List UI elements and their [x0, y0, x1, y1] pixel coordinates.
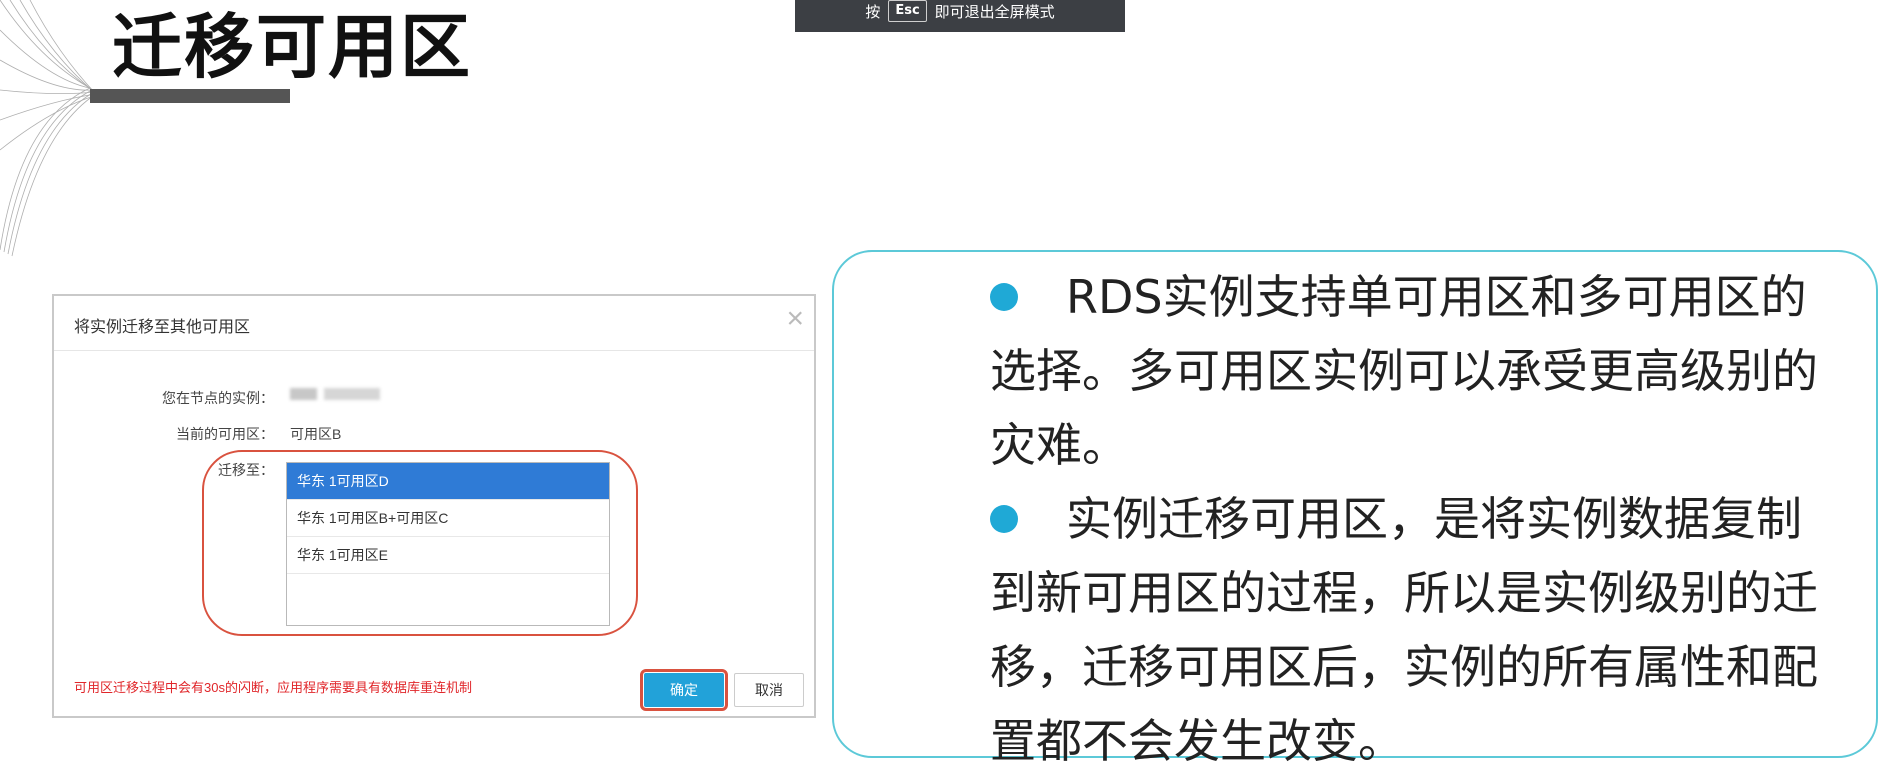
dialog-title: 将实例迁移至其他可用区 — [74, 319, 251, 336]
title-underline-bar — [90, 89, 290, 103]
current-zone-value: 可用区B — [290, 426, 342, 442]
migrate-zone-dialog: 将实例迁移至其他可用区 × 您在节点的实例： 当前的可用区： 可用区B 迁移至：… — [52, 294, 816, 718]
zone-option[interactable]: 华东 1可用区E — [287, 537, 609, 574]
zone-select-list[interactable]: 华东 1可用区D 华东 1可用区B+可用区C 华东 1可用区E — [286, 462, 610, 626]
current-zone-label: 当前的可用区： — [176, 426, 274, 442]
node-instance-label: 您在节点的实例： — [162, 390, 274, 406]
bullet-text: 实例迁移可用区，是将实例数据复制到新可用区的过程，所以是实例级别的迁移，迁移可用… — [990, 492, 1818, 768]
bullet-item: 实例迁移可用区，是将实例数据复制到新可用区的过程，所以是实例级别的迁移，迁移可用… — [990, 482, 1830, 778]
migrate-to-label: 迁移至： — [218, 462, 274, 478]
cancel-button[interactable]: 取消 — [734, 673, 804, 707]
warning-text: 可用区迁移过程中会有30s的闪断，应用程序需要具有数据库重连机制 — [74, 680, 472, 695]
hint-prefix: 按 — [865, 2, 881, 21]
slide-title: 迁移可用区 — [112, 6, 472, 88]
bullet-dot-icon — [990, 282, 1018, 311]
bullet-text-box: RDS实例支持单可用区和多可用区的选择。多可用区实例可以承受更高级别的灾难。 实… — [832, 250, 1878, 768]
bullet-text: RDS实例支持单可用区和多可用区的选择。多可用区实例可以承受更高级别的灾难。 — [990, 270, 1818, 472]
dialog-header: 将实例迁移至其他可用区 × — [54, 296, 814, 351]
hint-suffix: 即可退出全屏模式 — [934, 2, 1055, 21]
close-icon[interactable]: × — [786, 304, 804, 334]
zone-option[interactable]: 华东 1可用区B+可用区C — [287, 500, 609, 537]
bullet-item: RDS实例支持单可用区和多可用区的选择。多可用区实例可以承受更高级别的灾难。 — [990, 260, 1830, 482]
zone-option[interactable]: 华东 1可用区D — [287, 463, 609, 500]
redacted-instance-id — [290, 388, 380, 400]
esc-key-badge: Esc — [888, 0, 927, 22]
bullet-dot-icon — [990, 504, 1018, 533]
fullscreen-exit-hint: 按 Esc 即可退出全屏模式 — [795, 0, 1125, 32]
confirm-button[interactable]: 确定 — [640, 669, 728, 711]
